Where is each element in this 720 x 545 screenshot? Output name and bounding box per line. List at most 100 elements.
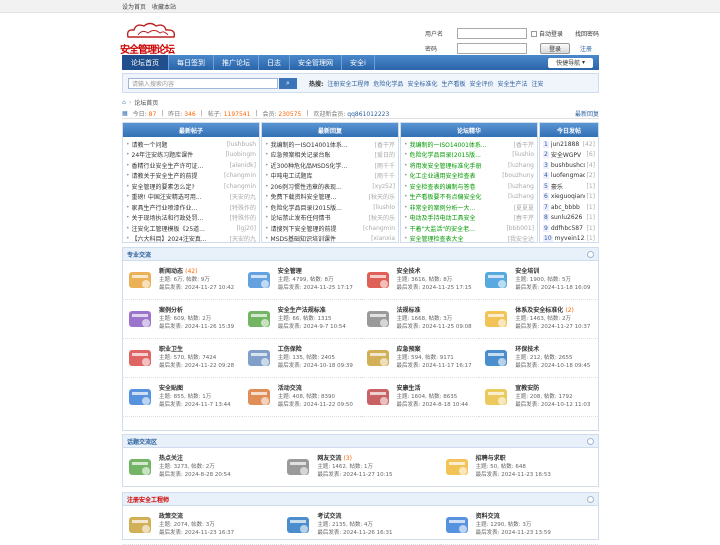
list-item[interactable]: • 近300种危化品MSDS化学... [雨千千 — [265, 160, 395, 171]
forum-icon[interactable] — [284, 511, 312, 539]
item-author[interactable]: [1] — [587, 193, 596, 200]
list-item[interactable]: • 家具生产行业喷漆作业... [特殊作的 — [126, 202, 256, 213]
item-title[interactable]: 近300种危化品MSDS化学... — [271, 161, 373, 170]
item-title[interactable]: ddfhbc587 — [551, 225, 585, 232]
item-author[interactable]: [爱日的 — [375, 150, 395, 159]
bookmark-link[interactable]: 收藏本站 — [152, 2, 176, 11]
forum-icon[interactable] — [482, 383, 510, 411]
forum-name[interactable]: 考试交流 — [317, 513, 341, 520]
list-item[interactable]: • 206例习惯性违章的表现... [xyz52] — [265, 181, 395, 192]
item-author[interactable]: [秋天的乐 — [369, 192, 395, 201]
list-item[interactable]: • 请搜列下安全管理的前提 [changmin — [265, 223, 395, 234]
item-title[interactable]: xieguoqiang — [551, 193, 585, 200]
item-title[interactable]: bushbushcs — [551, 162, 585, 169]
list-item[interactable]: • 24年注安练习题库课件 [luobingm — [126, 150, 256, 161]
item-author[interactable]: [秋天的乐 — [369, 213, 395, 222]
list-item[interactable]: • 请教关于安全生产的前提 [changmin — [126, 171, 256, 182]
list-item[interactable]: • 将用发安全管理标准化手册 [luzhang — [404, 160, 534, 171]
forum-icon[interactable] — [126, 511, 154, 539]
forum-icon[interactable] — [126, 383, 154, 411]
item-author[interactable]: [特殊作的 — [230, 213, 256, 222]
list-item[interactable]: • 我编制的一ISO14001体系... [香干芹 — [404, 139, 534, 150]
forum-icon[interactable] — [364, 266, 392, 294]
forum-last-post[interactable]: 最后发表: 2024-11-26 15:39 — [159, 323, 234, 331]
nav-safety-i[interactable]: 安全i — [342, 55, 375, 70]
list-item[interactable]: • 注安化工管理模板《25道... [lgj20] — [126, 223, 256, 234]
item-author[interactable]: [liushlo — [512, 151, 534, 158]
item-title[interactable]: 非常全的案例分析一大... — [410, 203, 512, 212]
new-member-link[interactable]: qq861012223 — [347, 111, 389, 118]
item-author[interactable]: [lushbush — [227, 141, 256, 148]
item-title[interactable]: 206例习惯性违章的表现... — [271, 182, 371, 191]
forum-item[interactable]: 安全管理 主题: 4799, 帖数: 8万 最后发表: 2024-11-25 17… — [241, 261, 361, 300]
item-title[interactable]: 家具生产行业喷漆作业... — [132, 203, 228, 212]
forum-item[interactable]: 招聘与求职 主题: 50, 帖数: 648 最后发表: 2024-11-23 16… — [439, 448, 598, 487]
item-title[interactable]: 干着"大监活"的安全老... — [410, 224, 505, 233]
item-author[interactable]: [夏夏夏 — [514, 203, 534, 212]
forum-name[interactable]: 体系及安全标准化 — [515, 307, 563, 314]
list-item[interactable]: 7 abc_bbbb [1] — [543, 202, 595, 213]
item-title[interactable]: 安全管理的要素怎么定? — [132, 182, 222, 191]
list-item[interactable]: 5 豪乐 [1] — [543, 181, 595, 192]
item-author[interactable]: [1] — [587, 183, 596, 190]
item-title[interactable]: 请教关于安全生产的前提 — [132, 171, 222, 180]
item-author[interactable]: [luzhang — [508, 162, 534, 169]
username-input[interactable] — [457, 28, 527, 39]
list-item[interactable]: 6 xieguoqiang [1] — [543, 192, 595, 203]
item-title[interactable]: 关于现场执法和行政处罚... — [132, 213, 228, 222]
item-author[interactable]: [香干芹 — [514, 140, 534, 149]
item-author[interactable]: [6] — [587, 151, 596, 158]
forum-last-post[interactable]: 最后发表: 2024-11-23 16:53 — [476, 471, 551, 479]
list-item[interactable]: • 中吨电工试题库 [雨千千 — [265, 171, 395, 182]
list-item[interactable]: • MSDS基础知识培训课件 [xianxia — [265, 234, 395, 245]
forum-item[interactable]: 网友交流 (3) 主题: 1462, 帖数: 1万 最后发表: 2024-11-27… — [281, 448, 440, 487]
item-author[interactable]: [我安全达 — [508, 234, 534, 243]
list-item[interactable]: • 安全管理的要素怎么定? [changmin — [126, 181, 256, 192]
set-home-link[interactable]: 设为首页 — [122, 2, 146, 11]
forum-icon[interactable] — [364, 305, 392, 333]
item-title[interactable]: 豪乐 — [551, 182, 585, 191]
forum-last-post[interactable]: 最后发表: 2024-11-25 09:08 — [397, 323, 472, 331]
forum-icon[interactable] — [245, 305, 273, 333]
forum-last-post[interactable]: 最后发表: 2024-8-28 20:54 — [159, 471, 231, 479]
forgot-password-link[interactable]: 找回密码 — [575, 29, 599, 38]
forum-name[interactable]: 安全管理 — [278, 268, 302, 275]
list-item[interactable]: 2 安全WGPV [6] — [543, 150, 595, 161]
item-title[interactable]: 中吨电工试题库 — [271, 171, 373, 180]
nav-signin[interactable]: 每日签到 — [169, 55, 214, 70]
item-author[interactable]: [luzhang — [508, 193, 534, 200]
forum-last-post[interactable]: 最后发表: 2024-10-18 09:45 — [515, 362, 590, 370]
forum-item[interactable]: 安全培训 主题: 1900, 帖数: 5万 最后发表: 2024-11-18 16… — [479, 261, 598, 300]
item-title[interactable]: 重磅! 中国注安精选可用... — [132, 192, 228, 201]
section-title[interactable]: 话题交流区 — [123, 435, 598, 448]
forum-last-post[interactable]: 最后发表: 2024-11-17 16:17 — [397, 362, 472, 370]
forum-last-post[interactable]: 最后发表: 2024-11-27 10:15 — [317, 471, 392, 479]
forum-icon[interactable] — [482, 266, 510, 294]
item-author[interactable]: [xyz52] — [372, 183, 395, 190]
item-title[interactable]: jun21888 — [551, 141, 581, 148]
forum-item[interactable]: 资料交流 主题: 1290, 帖数: 3万 最后发表: 2024-11-23 13… — [439, 506, 598, 545]
item-title[interactable]: 电动及手持电动工具安全 — [410, 213, 512, 222]
list-item[interactable]: • 论坛禁止发布任何情书 [秋天的乐 — [265, 213, 395, 224]
item-title[interactable]: 生产看板要不有点偏安全化 — [410, 192, 506, 201]
item-author[interactable]: [lgj20] — [237, 225, 256, 232]
forum-item[interactable]: 考试交流 主题: 2135, 帖数: 4万 最后发表: 2024-11-26 16… — [281, 506, 440, 545]
forum-icon[interactable] — [482, 344, 510, 372]
item-author[interactable]: [天安的九 — [230, 234, 256, 243]
forum-last-post[interactable]: 最后发表: 2024-11-27 10:42 — [159, 284, 234, 292]
forum-item[interactable]: 宣教安防 主题: 208, 帖数: 1792 最后发表: 2024-10-12 1… — [479, 378, 598, 417]
forum-last-post[interactable]: 最后发表: 2024-10-12 11:03 — [515, 401, 590, 409]
forum-last-post[interactable]: 最后发表: 2024-11-25 17:15 — [397, 284, 472, 292]
item-title[interactable]: 免费下载资料安全管理... — [271, 192, 367, 201]
auto-login-checkbox[interactable] — [531, 30, 537, 37]
item-title[interactable]: abc_bbbb — [551, 204, 585, 211]
forum-name[interactable]: 安全贴图 — [159, 385, 183, 392]
item-author[interactable]: [luobingm — [226, 151, 256, 158]
forum-name[interactable]: 政策交流 — [159, 513, 183, 520]
item-title[interactable]: 将用发安全管理标准化手册 — [410, 161, 506, 170]
forum-last-post[interactable]: 最后发表: 2024-10-18 09:39 — [278, 362, 353, 370]
search-input[interactable]: 请输入搜索内容 — [128, 77, 278, 89]
forum-name[interactable]: 法规标准 — [397, 307, 421, 314]
item-title[interactable]: myvein123 — [555, 235, 585, 242]
item-title[interactable]: 论坛禁止发布任何情书 — [271, 213, 367, 222]
